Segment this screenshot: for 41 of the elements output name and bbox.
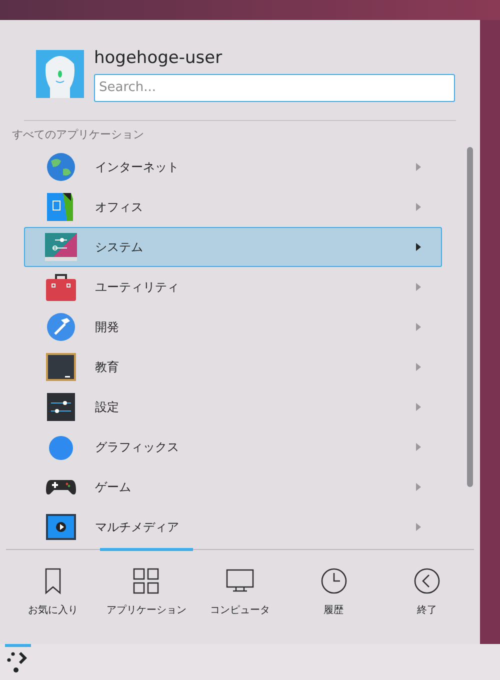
category-item[interactable]: ユーティリティ [24,267,442,307]
category-item[interactable]: システム [24,227,442,267]
category-item[interactable]: 教育 [24,347,442,387]
category-item[interactable]: インターネット [24,147,442,187]
arrow-icon [416,283,421,291]
arrow-icon [416,403,421,411]
back-icon [413,567,442,595]
chalkboard-icon [45,351,77,383]
arrow-icon [416,203,421,211]
tab[interactable]: アプリケーション [100,548,194,636]
tab[interactable]: コンピュータ [193,548,287,636]
toolbox-icon [45,271,77,303]
category-item[interactable]: オフィス [24,187,442,227]
sliders-icon [45,231,77,263]
tab[interactable]: 終了 [380,548,474,636]
avatar-icon [36,50,84,98]
arrow-icon [416,243,421,251]
tab[interactable]: お気に入り [6,548,100,636]
arrow-icon [416,363,421,371]
sliders-icon [45,391,77,423]
arrow-icon [416,323,421,331]
category-item[interactable]: ゲーム [24,467,442,507]
arrow-icon [416,163,421,171]
category-item[interactable]: 開発 [24,307,442,347]
globe-icon [45,151,77,183]
section-title: すべてのアプリケーション [11,126,145,142]
video-icon [45,511,77,543]
grid-icon [132,567,160,595]
user-name: hogehoge-user [94,47,224,70]
search-field[interactable]: Search... [94,74,455,102]
category-item[interactable]: グラフィックス [24,427,442,467]
category-item[interactable]: マルチメディア [24,507,442,547]
tab[interactable]: 履歴 [286,548,380,636]
arrow-icon [416,523,421,531]
arrow-icon [416,483,421,491]
clock-icon [320,567,348,595]
launcher-icon [7,650,29,674]
scrollbar[interactable] [467,147,473,487]
arrow-icon [416,443,421,451]
hammer-icon [45,311,77,343]
category-item[interactable]: 設定 [24,387,442,427]
